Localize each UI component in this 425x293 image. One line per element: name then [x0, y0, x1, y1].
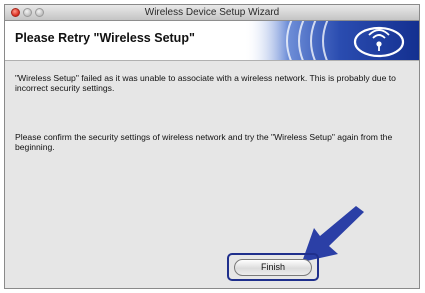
page-title: Please Retry "Wireless Setup" — [15, 31, 195, 45]
banner-art — [244, 21, 419, 60]
error-message: "Wireless Setup" failed as it was unable… — [15, 73, 396, 93]
instruction-message: Please confirm the security settings of … — [15, 132, 393, 152]
finish-button[interactable]: Finish — [234, 259, 312, 276]
title-bar: Wireless Device Setup Wizard — [5, 5, 419, 21]
window-title: Wireless Device Setup Wizard — [144, 7, 280, 18]
header-banner: Please Retry "Wireless Setup" — [5, 21, 419, 61]
